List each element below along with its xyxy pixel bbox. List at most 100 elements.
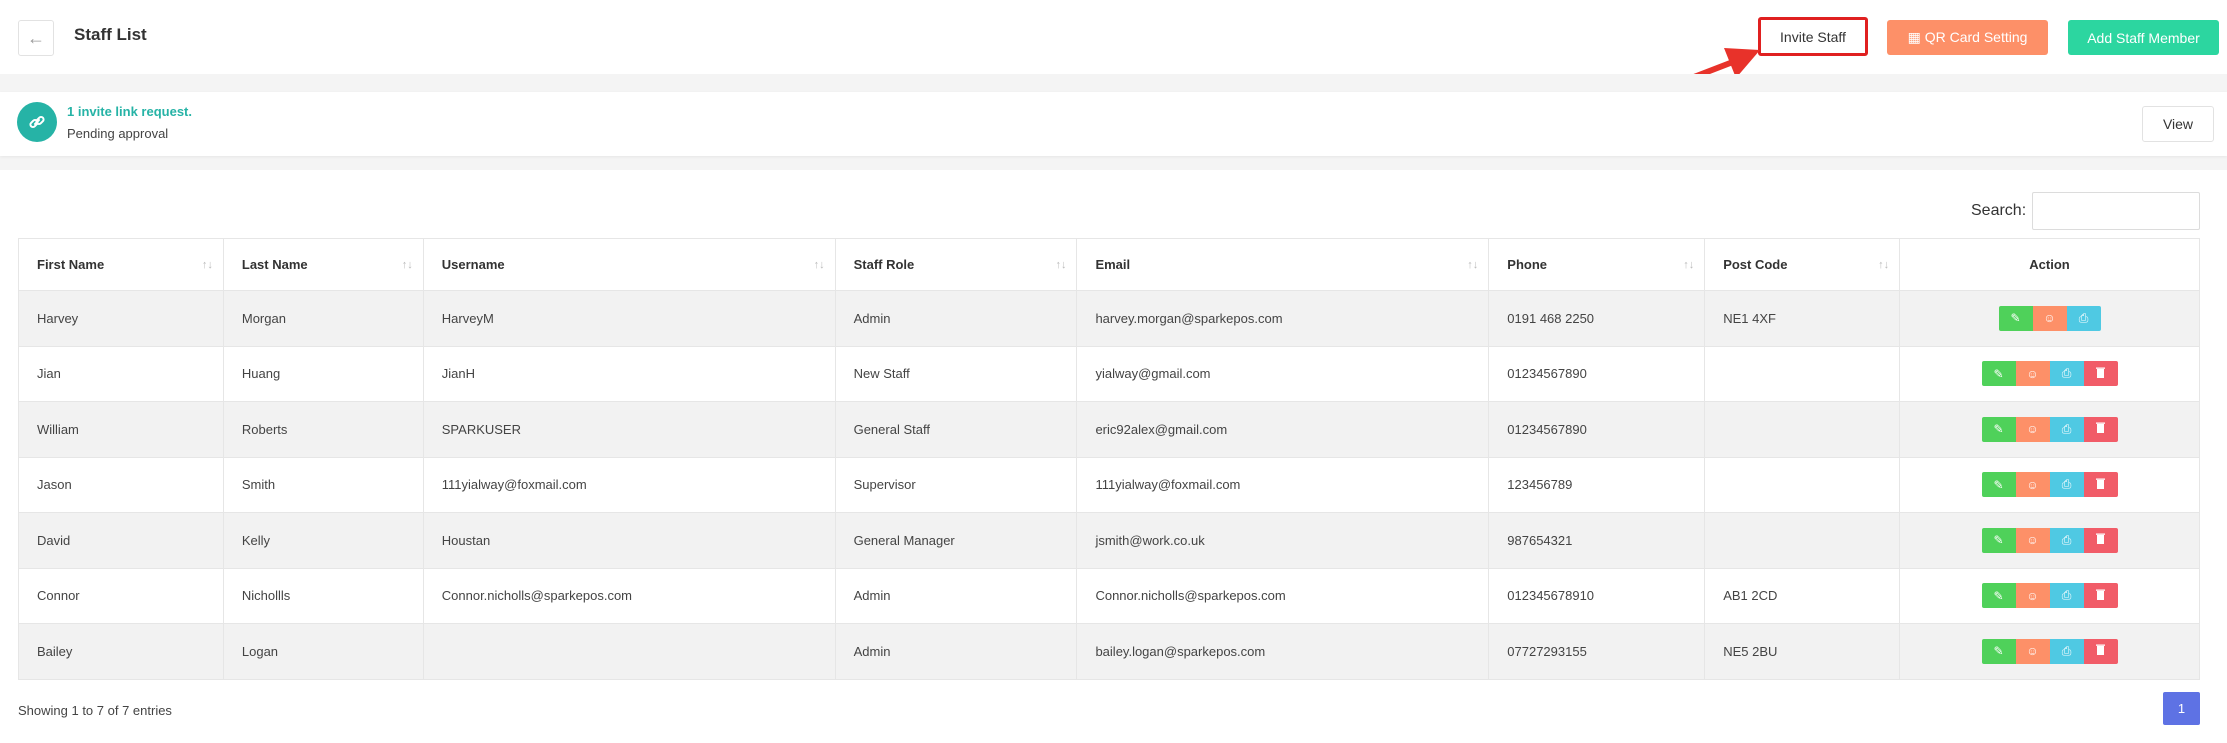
- qr-card-setting-button[interactable]: ▦ QR Card Setting: [1887, 20, 2048, 55]
- printer-icon: ⎙: [2061, 588, 2072, 603]
- column-header-label: Post Code: [1723, 257, 1788, 272]
- cell-phone: 012345678910: [1488, 568, 1706, 624]
- sort-icon[interactable]: ↑↓: [1683, 259, 1694, 271]
- delete-button[interactable]: [2083, 361, 2118, 387]
- column-header-username[interactable]: Username ↑↓: [422, 238, 836, 291]
- smile-icon: ☺: [2026, 533, 2039, 548]
- pencil-icon: ✎: [1993, 422, 2004, 437]
- column-header-post-code[interactable]: Post Code ↑↓: [1704, 238, 1901, 291]
- printer-icon: ⎙: [2061, 477, 2072, 492]
- delete-button[interactable]: [2083, 638, 2118, 664]
- column-header-phone[interactable]: Phone ↑↓: [1488, 238, 1706, 291]
- cell-postcode: NE5 2BU: [1704, 623, 1901, 680]
- face-id-button[interactable]: ☺: [2015, 416, 2050, 442]
- cell-action: ✎ ☺ ⎙: [1899, 346, 2200, 402]
- table-row: Jian Huang JianH New Staff yialway@gmail.com…: [18, 346, 2200, 402]
- search-input[interactable]: [2032, 192, 2200, 230]
- print-button[interactable]: ⎙: [2066, 305, 2101, 331]
- add-staff-member-button[interactable]: Add Staff Member: [2068, 20, 2219, 55]
- smile-icon: ☺: [2026, 588, 2039, 603]
- cell-first: Connor: [18, 568, 224, 624]
- invite-request-title: 1 invite link request.: [67, 104, 192, 119]
- print-button[interactable]: ⎙: [2049, 472, 2084, 498]
- cell-role: Admin: [834, 623, 1078, 680]
- column-header-email[interactable]: Email ↑↓: [1076, 238, 1490, 291]
- edit-button[interactable]: ✎: [1981, 472, 2016, 498]
- table-row: Bailey Logan Admin bailey.logan@sparkepos.c…: [18, 623, 2200, 680]
- print-button[interactable]: ⎙: [2049, 527, 2084, 553]
- printer-icon: ⎙: [2078, 310, 2089, 325]
- row-actions: ✎ ☺ ⎙: [1998, 305, 2101, 331]
- cell-action: ✎ ☺ ⎙: [1899, 512, 2200, 569]
- trash-icon: [2096, 367, 2106, 381]
- cell-last: Roberts: [222, 401, 424, 458]
- cell-username: HarveyM: [422, 290, 836, 347]
- sort-icon[interactable]: ↑↓: [814, 259, 825, 271]
- page-1-button[interactable]: 1: [2163, 692, 2200, 725]
- face-id-button[interactable]: ☺: [2015, 472, 2050, 498]
- edit-button[interactable]: ✎: [1981, 361, 2016, 387]
- cell-role: Admin: [834, 290, 1078, 347]
- face-id-button[interactable]: ☺: [2015, 583, 2050, 609]
- print-button[interactable]: ⎙: [2049, 416, 2084, 442]
- cell-action: ✎ ☺ ⎙: [1899, 568, 2200, 624]
- edit-button[interactable]: ✎: [1998, 305, 2033, 331]
- back-button[interactable]: ←: [18, 20, 54, 56]
- cell-email: jsmith@work.co.uk: [1076, 512, 1490, 569]
- cell-phone: 987654321: [1488, 512, 1706, 569]
- cell-first: Bailey: [18, 623, 224, 680]
- edit-button[interactable]: ✎: [1981, 638, 2016, 664]
- cell-action: ✎ ☺ ⎙: [1899, 623, 2200, 680]
- cell-email: harvey.morgan@sparkepos.com: [1076, 290, 1490, 347]
- edit-button[interactable]: ✎: [1981, 416, 2016, 442]
- printer-icon: ⎙: [2061, 366, 2072, 381]
- column-header-first-name[interactable]: First Name ↑↓: [18, 238, 224, 291]
- cell-username: [422, 623, 836, 680]
- column-header-staff-role[interactable]: Staff Role ↑↓: [834, 238, 1078, 291]
- face-id-button[interactable]: ☺: [2032, 305, 2067, 331]
- trash-icon: [2096, 533, 2106, 547]
- face-id-button[interactable]: ☺: [2015, 527, 2050, 553]
- smile-icon: ☺: [2026, 422, 2039, 437]
- trash-icon: [2096, 644, 2106, 658]
- cell-action: ✎ ☺ ⎙: [1899, 401, 2200, 458]
- edit-button[interactable]: ✎: [1981, 583, 2016, 609]
- cell-postcode: [1704, 512, 1901, 569]
- invite-staff-button[interactable]: Invite Staff: [1758, 17, 1868, 56]
- invite-request-status: Pending approval: [67, 126, 169, 141]
- table-body: Harvey Morgan HarveyM Admin harvey.morgan@sp…: [18, 290, 2200, 680]
- column-header-last-name[interactable]: Last Name ↑↓: [222, 238, 424, 291]
- cell-phone: 123456789: [1488, 457, 1706, 513]
- face-id-button[interactable]: ☺: [2015, 638, 2050, 664]
- view-button[interactable]: View: [2142, 106, 2214, 142]
- face-id-button[interactable]: ☺: [2015, 361, 2050, 387]
- cell-postcode: NE1 4XF: [1704, 290, 1901, 347]
- print-button[interactable]: ⎙: [2049, 638, 2084, 664]
- table-row: Connor Nichollls Connor.nicholls@sparkepos…: [18, 568, 2200, 624]
- print-button[interactable]: ⎙: [2049, 361, 2084, 387]
- delete-button[interactable]: [2083, 527, 2118, 553]
- pencil-icon: ✎: [1993, 588, 2004, 603]
- cell-first: Jason: [18, 457, 224, 513]
- row-actions: ✎ ☺ ⎙: [1981, 583, 2118, 609]
- sort-icon[interactable]: ↑↓: [1467, 259, 1478, 271]
- sort-icon[interactable]: ↑↓: [202, 259, 213, 271]
- cell-postcode: [1704, 401, 1901, 458]
- edit-button[interactable]: ✎: [1981, 527, 2016, 553]
- cell-username: SPARKUSER: [422, 401, 836, 458]
- sort-icon[interactable]: ↑↓: [1878, 259, 1889, 271]
- link-icon: [17, 102, 57, 142]
- cell-phone: 01234567890: [1488, 346, 1706, 402]
- pencil-icon: ✎: [1993, 533, 2004, 548]
- sort-icon[interactable]: ↑↓: [1055, 259, 1066, 271]
- column-header-label: Action: [2029, 257, 2070, 272]
- sort-icon[interactable]: ↑↓: [402, 259, 413, 271]
- delete-button[interactable]: [2083, 416, 2118, 442]
- delete-button[interactable]: [2083, 472, 2118, 498]
- column-header-label: Email: [1095, 257, 1131, 272]
- delete-button[interactable]: [2083, 583, 2118, 609]
- showing-entries-text: Showing 1 to 7 of 7 entries: [18, 703, 172, 718]
- print-button[interactable]: ⎙: [2049, 583, 2084, 609]
- page-title: Staff List: [74, 25, 147, 44]
- cell-email: Connor.nicholls@sparkepos.com: [1076, 568, 1490, 624]
